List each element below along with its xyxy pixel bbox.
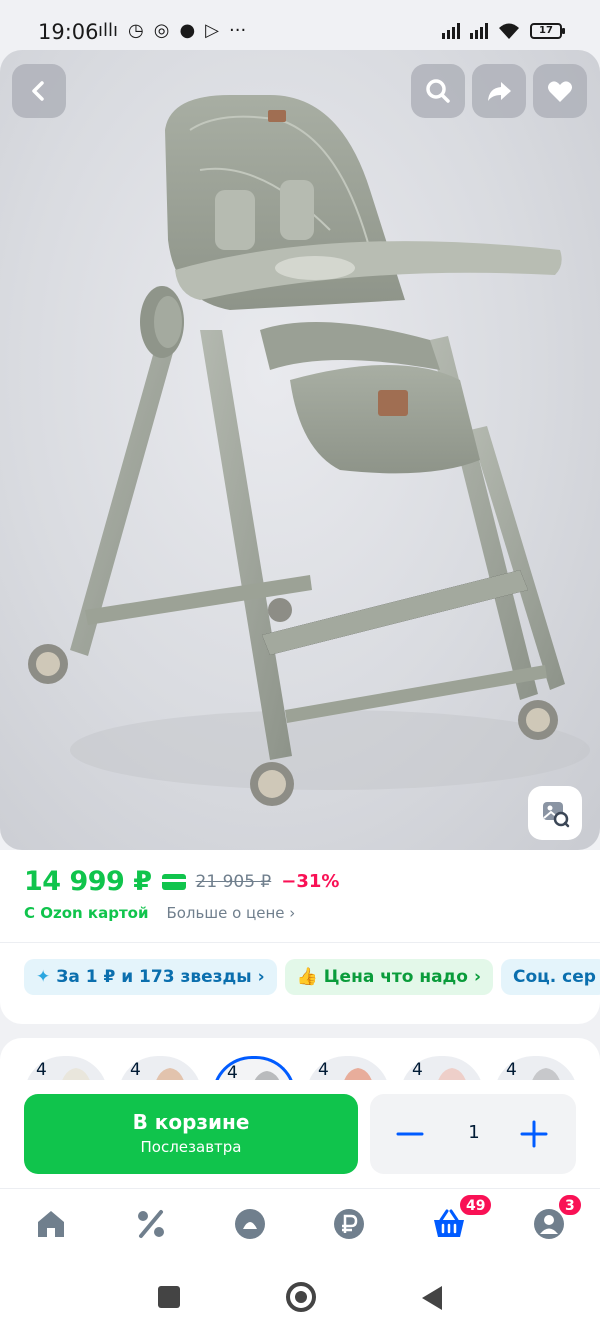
recents-button[interactable] — [158, 1286, 180, 1308]
favorite-button[interactable] — [533, 64, 587, 118]
wifi-icon — [499, 23, 519, 39]
action-bar: В корзине Послезавтра 1 — [0, 1080, 600, 1188]
signal-icon-2 — [470, 23, 488, 39]
chevron-right-icon: › — [257, 967, 265, 987]
search-icon — [426, 79, 450, 103]
more-about-price-link[interactable]: Больше о цене › — [166, 904, 295, 922]
social-chip[interactable]: Соц. сер — [500, 959, 600, 995]
good-price-chip[interactable]: 👍 Цена что надо › — [284, 959, 493, 995]
signal-icon — [442, 23, 460, 39]
quantity-stepper: 1 — [370, 1094, 576, 1174]
ozon-card-label: С Ozon картой — [24, 904, 149, 922]
home-icon[interactable] — [34, 1207, 68, 1241]
variant-label: 4 — [506, 1060, 517, 1080]
price-subline: С Ozon картой Больше о цене › — [24, 904, 295, 922]
percent-icon[interactable] — [134, 1207, 168, 1241]
profile-badge: 3 — [557, 1193, 583, 1217]
home-button[interactable] — [286, 1282, 316, 1312]
in-cart-title: В корзине — [132, 1110, 250, 1134]
chevron-right-icon: › — [473, 967, 481, 987]
notification-icons: ıllı ◷ ◎ ● ▷ ··· — [98, 20, 246, 41]
price-section: 14 999 ₽ 21 905 ₽ −31% С Ozon картой Бол… — [0, 850, 600, 942]
ruble-icon[interactable] — [332, 1207, 366, 1241]
heart-icon — [548, 81, 572, 102]
card-icon — [161, 873, 186, 890]
chat-icon: ● — [179, 20, 196, 41]
play-store-icon: ▷ — [205, 20, 220, 41]
in-cart-button[interactable]: В корзине Послезавтра — [24, 1094, 358, 1174]
battery-icon: 17 — [530, 23, 565, 39]
discount-badge: −31% — [281, 871, 340, 892]
share-button[interactable] — [472, 64, 526, 118]
share-icon — [488, 82, 511, 101]
cart-badge: 49 — [458, 1193, 494, 1217]
system-indicators: 17 — [442, 22, 565, 40]
search-button[interactable] — [411, 64, 465, 118]
system-navigation — [0, 1260, 600, 1332]
current-price: 14 999 ₽ — [24, 866, 152, 897]
back-button[interactable] — [12, 64, 66, 118]
image-search-icon — [543, 802, 570, 828]
stars-promo-chip[interactable]: ✦ За 1 ₽ и 173 звезды › — [24, 959, 277, 995]
variant-label: 4 — [412, 1060, 423, 1080]
bottom-tab-bar: 49 3 — [0, 1188, 600, 1260]
visual-search-button[interactable] — [528, 786, 582, 840]
back-nav-button[interactable] — [422, 1286, 442, 1310]
variant-label: 4 — [130, 1060, 141, 1080]
chevron-right-icon: › — [289, 904, 296, 922]
social-chip-label: Соц. сер — [512, 967, 596, 987]
more-about-price-label: Больше о цене — [166, 904, 285, 922]
product-image[interactable] — [0, 50, 600, 850]
promo-chips: ✦ За 1 ₽ и 173 звезды › 👍 Цена что надо … — [0, 942, 600, 1024]
minus-icon[interactable] — [396, 1120, 424, 1148]
old-price: 21 905 ₽ — [195, 871, 272, 892]
thumbs-up-icon: 👍 — [296, 967, 318, 987]
fresh-icon[interactable] — [233, 1207, 267, 1241]
whatsapp-icon: ◎ — [153, 20, 170, 41]
alarm-icon: ◷ — [128, 20, 144, 41]
stars-promo-label: За 1 ₽ и 173 звезды — [56, 967, 252, 987]
more-dots-icon: ··· — [229, 20, 247, 41]
variant-label: 4 — [36, 1060, 47, 1080]
plus-icon[interactable] — [520, 1120, 548, 1148]
sparkle-icon: ✦ — [36, 967, 51, 987]
quantity-value: 1 — [468, 1122, 480, 1143]
price-row: 14 999 ₽ 21 905 ₽ −31% — [24, 866, 339, 897]
delivery-date: Послезавтра — [140, 1138, 242, 1156]
status-time: 19:06 — [38, 20, 99, 44]
audio-wave-icon: ıllı — [98, 20, 119, 41]
good-price-label: Цена что надо — [323, 967, 468, 987]
back-icon — [32, 81, 44, 101]
high-chair-illustration — [28, 95, 590, 806]
variant-label: 4 — [318, 1060, 329, 1080]
